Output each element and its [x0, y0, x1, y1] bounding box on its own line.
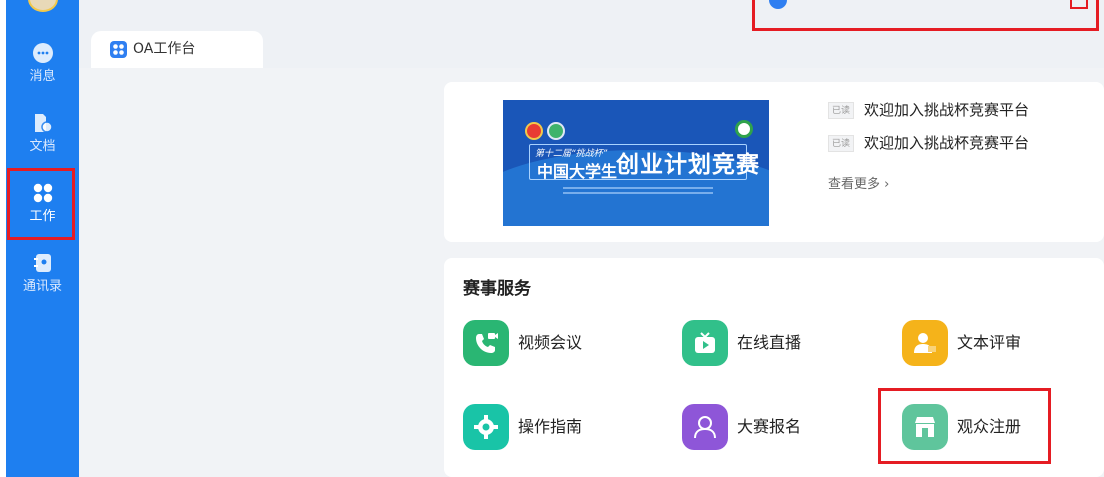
highlight-box-audience: [878, 388, 1051, 464]
service-label: 大赛报名: [737, 417, 802, 436]
highlight-box-work: [7, 168, 75, 240]
announcement-item[interactable]: 已读 欢迎加入挑战杯竞赛平台: [828, 133, 1029, 153]
tab-oa-workbench[interactable]: OA工作台: [91, 31, 263, 68]
sidebar-item-label: 消息: [29, 69, 56, 84]
read-badge: 已读: [828, 135, 854, 152]
emblem-icon: [735, 120, 753, 138]
sidebar-item-contacts[interactable]: 通讯录: [6, 252, 79, 310]
service-registration[interactable]: 大赛报名: [682, 404, 822, 450]
service-label: 在线直播: [737, 333, 802, 352]
sidebar-item-messages[interactable]: 消息: [6, 42, 79, 100]
chat-icon: [32, 43, 53, 63]
service-video-meeting[interactable]: 视频会议: [463, 320, 603, 366]
sidebar-item-label: 文档: [29, 139, 56, 154]
service-label: 文本评审: [957, 333, 1022, 352]
registrant-icon: [682, 404, 728, 450]
banner-line2: 中国大学生: [537, 162, 618, 181]
tab-label: OA工作台: [133, 41, 196, 57]
read-badge: 已读: [828, 102, 854, 119]
highlight-box-top: [752, 0, 1099, 31]
reviewer-icon: [902, 320, 948, 366]
contacts-book-icon: [33, 254, 51, 272]
service-guide[interactable]: 操作指南: [463, 404, 603, 450]
announcement-item[interactable]: 已读 欢迎加入挑战杯竞赛平台: [828, 100, 1029, 120]
service-text-review[interactable]: 文本评审: [902, 320, 1042, 366]
chevron-right-icon: ›: [880, 177, 890, 192]
avatar-icon: [769, 0, 787, 9]
apps-grid-icon: [110, 41, 127, 58]
view-more-link[interactable]: 查看更多 ›: [828, 176, 889, 193]
service-label: 视频会议: [518, 333, 583, 352]
app-window: 消息 文档 工作 通讯录 OA工作台 第十二届“挑战杯” 中国大学生 创业计划竞…: [0, 0, 1104, 477]
document-icon: [34, 114, 53, 133]
competition-banner[interactable]: 第十二届“挑战杯” 中国大学生 创业计划竞赛: [503, 100, 769, 226]
announcement-text: 欢迎加入挑战杯竞赛平台: [864, 134, 1030, 152]
tv-play-icon: [682, 320, 728, 366]
service-live-stream[interactable]: 在线直播: [682, 320, 822, 366]
banner-line3: 创业计划竞赛: [616, 152, 760, 178]
avatar[interactable]: [28, 0, 58, 12]
section-title: 赛事服务: [463, 279, 531, 299]
emblem-icon: [547, 122, 565, 140]
gear-icon: [463, 404, 509, 450]
announcement-text: 欢迎加入挑战杯竞赛平台: [864, 101, 1030, 119]
video-call-icon: [463, 320, 509, 366]
emblem-icon: [525, 122, 543, 140]
sidebar-item-label: 通讯录: [22, 279, 62, 294]
sidebar-item-documents[interactable]: 文档: [6, 112, 79, 170]
service-label: 操作指南: [518, 417, 583, 436]
square-icon: [1070, 0, 1088, 9]
